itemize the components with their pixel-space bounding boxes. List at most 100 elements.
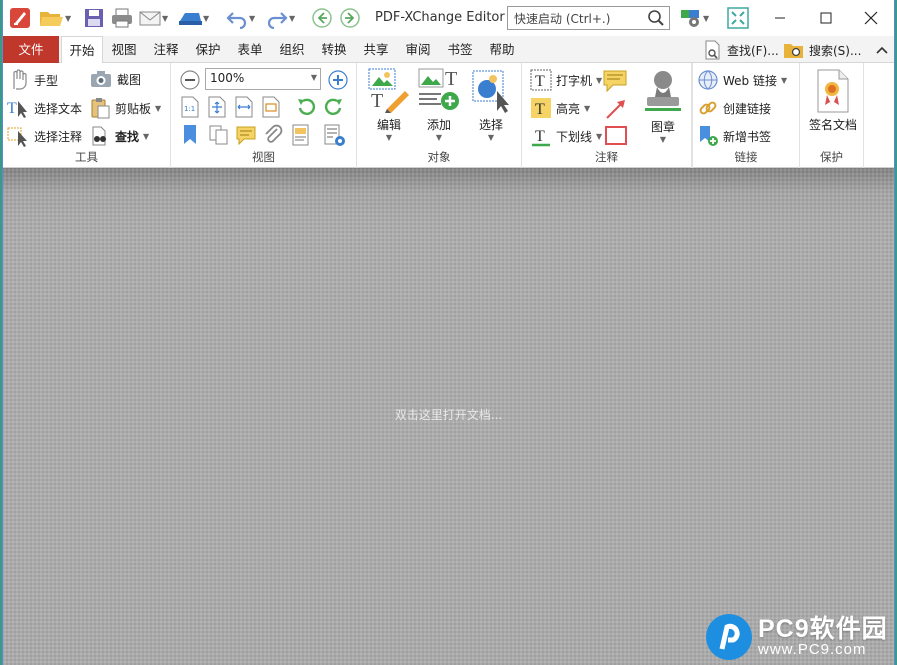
find-doc-icon <box>705 40 720 60</box>
stamp-button[interactable]: 图章 ▼ <box>634 67 692 144</box>
tab-bookmarks[interactable]: 书签 <box>443 36 477 63</box>
minimize-button[interactable] <box>757 0 803 36</box>
clipboard-button[interactable]: 剪贴板 ▼ <box>89 97 161 119</box>
arrow-tool-icon[interactable] <box>604 97 628 124</box>
select-objects-icon <box>472 70 509 113</box>
bookmark-icon[interactable] <box>181 124 199 149</box>
comments-icon[interactable] <box>235 124 257 149</box>
tab-help[interactable]: 帮助 <box>485 36 519 63</box>
fit-width-icon[interactable] <box>235 96 253 121</box>
edit-label: 编辑 <box>376 118 401 132</box>
tab-home[interactable]: 开始 <box>61 36 103 64</box>
svg-text:T: T <box>445 68 457 90</box>
edit-objects-icon: T <box>368 68 409 113</box>
hand-tool-label: 手型 <box>34 73 59 88</box>
document-area[interactable]: 双击这里打开文档... PC9软件园 www.PC9.com <box>3 168 894 665</box>
select-text-button[interactable]: T 选择文本 <box>6 97 82 119</box>
actual-size-icon[interactable]: 1:1 <box>181 96 199 121</box>
typewriter-button[interactable]: T 打字机 ▼ <box>530 69 602 91</box>
edit-button[interactable]: T 编辑 ▼ <box>363 67 415 142</box>
search-icon[interactable] <box>647 9 665 30</box>
tab-review[interactable]: 审阅 <box>401 36 435 63</box>
scanner-icon[interactable]: ▼ <box>177 6 209 30</box>
underline-button[interactable]: T 下划线 ▼ <box>530 125 602 147</box>
rectangle-tool-icon[interactable] <box>604 125 628 150</box>
tab-comment[interactable]: 注释 <box>149 36 183 63</box>
page-properties-icon[interactable] <box>291 124 311 149</box>
tab-protect[interactable]: 保护 <box>191 36 225 63</box>
binoculars-icon <box>92 126 106 146</box>
rotate-left-icon[interactable] <box>295 96 317 121</box>
save-icon[interactable] <box>83 6 105 30</box>
search-folder-icon <box>784 44 803 58</box>
hand-tool-button[interactable]: 手型 <box>8 69 58 91</box>
quick-launch-placeholder: 快速启动 (Ctrl+.) <box>514 12 611 26</box>
collapse-ribbon-icon[interactable] <box>876 38 888 62</box>
tab-convert[interactable]: 转换 <box>317 36 351 63</box>
svg-text:T: T <box>535 101 545 118</box>
zoom-in-icon[interactable] <box>327 69 349 94</box>
underline-icon: T <box>532 128 550 147</box>
attachment-icon[interactable] <box>262 124 284 149</box>
undo-icon[interactable]: ▼ <box>225 6 255 30</box>
create-link-button[interactable]: 创建链接 <box>697 97 771 119</box>
fit-visible-icon[interactable] <box>262 96 280 121</box>
find-tool-button[interactable]: 查找 ▼ <box>89 125 149 147</box>
customize-toolbar-icon[interactable]: ▼ <box>679 6 709 30</box>
view-settings-icon[interactable] <box>323 124 347 151</box>
select-text-label: 选择文本 <box>34 101 83 116</box>
sticky-note-icon[interactable] <box>602 69 628 96</box>
web-link-button[interactable]: Web 链接 ▼ <box>697 69 787 91</box>
snapshot-button[interactable]: 截图 <box>89 69 141 89</box>
group-protect-label: 保护 <box>820 150 843 164</box>
snapshot-label: 截图 <box>117 72 142 87</box>
sign-document-button[interactable]: 签名文档 <box>804 69 862 133</box>
tab-organize[interactable]: 组织 <box>275 36 309 63</box>
clipboard-icon <box>91 98 110 119</box>
maximize-button[interactable] <box>803 0 849 36</box>
window-title: PDF-XChange Editor <box>375 10 505 25</box>
highlight-icon: T <box>531 98 551 118</box>
find-button[interactable]: 查找(F)... <box>703 38 779 62</box>
app-logo-icon[interactable] <box>9 6 31 30</box>
group-objects: T 编辑 ▼ T 添加 ▼ 选择 ▼ 对象 <box>357 63 522 168</box>
select-comment-button[interactable]: 选择注释 <box>6 125 82 147</box>
zoom-select[interactable]: 100% ▼ <box>205 68 321 90</box>
select-comment-icon <box>7 127 27 147</box>
svg-text:1:1: 1:1 <box>184 105 195 113</box>
camera-icon <box>91 71 111 87</box>
pages-icon[interactable] <box>208 124 230 149</box>
email-icon[interactable]: ▼ <box>138 6 168 30</box>
fit-page-icon[interactable] <box>208 96 226 121</box>
group-tools-label: 工具 <box>75 150 98 164</box>
select-objects-button[interactable]: 选择 ▼ <box>465 67 517 142</box>
search-label: 搜索(S)... <box>809 43 862 58</box>
group-objects-label: 对象 <box>427 150 451 164</box>
add-button[interactable]: T 添加 ▼ <box>413 67 465 142</box>
add-bookmark-button[interactable]: 新增书签 <box>697 125 771 147</box>
back-icon[interactable] <box>311 6 333 30</box>
sign-document-label: 签名文档 <box>808 118 857 132</box>
fullscreen-icon[interactable] <box>727 6 749 30</box>
rotate-right-icon[interactable] <box>323 96 345 121</box>
highlight-label: 高亮 <box>556 101 581 116</box>
highlight-button[interactable]: T 高亮 ▼ <box>530 97 590 119</box>
tab-file[interactable]: 文件 <box>3 36 59 63</box>
add-objects-icon: T <box>418 68 459 110</box>
redo-icon[interactable]: ▼ <box>265 6 295 30</box>
zoom-out-icon[interactable] <box>179 69 201 94</box>
search-button[interactable]: 搜索(S)... <box>783 38 861 62</box>
print-icon[interactable] <box>110 6 134 30</box>
open-folder-icon[interactable]: ▼ <box>39 6 71 30</box>
tab-share[interactable]: 共享 <box>359 36 393 63</box>
add-bookmark-icon <box>700 126 718 146</box>
close-button[interactable] <box>848 0 894 36</box>
stamp-icon <box>645 71 681 111</box>
quick-launch-input[interactable]: 快速启动 (Ctrl+.) <box>507 6 670 30</box>
add-label: 添加 <box>426 118 451 132</box>
svg-text:T: T <box>535 73 545 90</box>
tab-view[interactable]: 视图 <box>107 36 141 63</box>
group-links-label: 链接 <box>734 150 758 164</box>
forward-icon[interactable] <box>339 6 361 30</box>
tab-form[interactable]: 表单 <box>233 36 267 63</box>
